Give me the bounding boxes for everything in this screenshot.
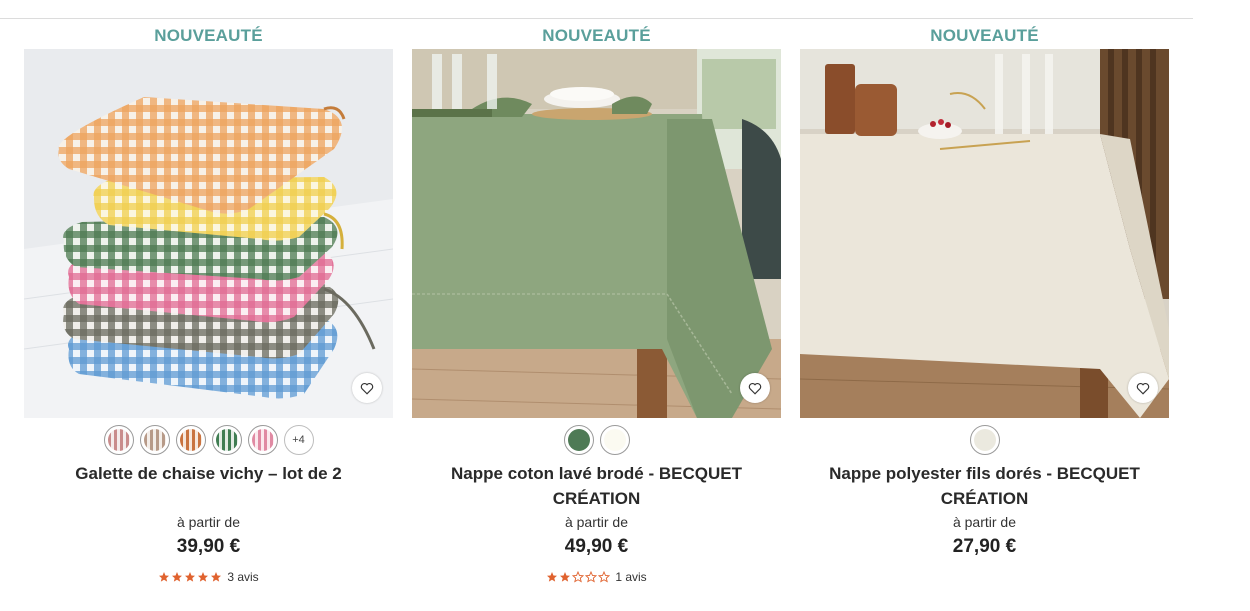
swatch-lin[interactable] xyxy=(969,425,1000,455)
star-empty-icon xyxy=(572,571,585,583)
green-tablecloth-photo xyxy=(412,49,781,418)
star-full-icon xyxy=(198,572,209,582)
star-full-icon xyxy=(172,572,183,582)
add-to-wishlist-button[interactable] xyxy=(740,373,770,403)
swatch-vert[interactable] xyxy=(563,425,594,455)
swatch-vert[interactable] xyxy=(211,425,242,455)
product-price: 27,90 € xyxy=(952,536,1017,557)
swatch-orange[interactable] xyxy=(175,425,206,455)
new-badge: NOUVEAUTÉ xyxy=(154,26,263,45)
product-image[interactable] xyxy=(24,49,393,418)
price-prefix: à partir de xyxy=(176,514,241,530)
product-card-chair-cushion[interactable]: NOUVEAUTÉ +4 Galette de chaise vichy – l… xyxy=(24,19,393,611)
swatch-rose[interactable] xyxy=(247,425,278,455)
swatch-taupe[interactable] xyxy=(139,425,170,455)
star-full-icon xyxy=(159,572,170,582)
linen-tablecloth-photo xyxy=(800,49,1169,418)
price-prefix: à partir de xyxy=(952,514,1017,530)
more-swatches-button[interactable]: +4 xyxy=(283,425,314,455)
new-badge: NOUVEAUTÉ xyxy=(542,26,651,45)
price-prefix: à partir de xyxy=(564,514,629,530)
product-title[interactable]: Nappe polyester fils dorés - BECQUET CRÉ… xyxy=(800,461,1169,511)
swatch-blanc[interactable] xyxy=(599,425,630,455)
add-to-wishlist-button[interactable] xyxy=(1128,373,1158,403)
product-price: 39,90 € xyxy=(176,536,241,557)
color-swatches: +4 xyxy=(24,425,393,455)
rating-stars xyxy=(546,571,611,583)
star-empty-icon xyxy=(585,571,598,583)
heart-icon xyxy=(1136,382,1150,395)
color-swatches xyxy=(412,425,781,455)
product-price: 49,90 € xyxy=(564,536,629,557)
product-image[interactable] xyxy=(800,49,1169,418)
heart-icon xyxy=(360,382,374,395)
product-image[interactable] xyxy=(412,49,781,418)
star-full-icon xyxy=(185,572,196,582)
product-title[interactable]: Nappe coton lavé brodé - BECQUET CRÉATIO… xyxy=(412,461,781,511)
review-count[interactable]: 1 avis xyxy=(615,570,646,584)
color-swatches xyxy=(800,425,1169,455)
new-badge: NOUVEAUTÉ xyxy=(930,26,1039,45)
review-count[interactable]: 3 avis xyxy=(227,570,258,584)
star-empty-icon xyxy=(598,571,611,583)
product-title[interactable]: Galette de chaise vichy – lot de 2 xyxy=(24,461,393,486)
add-to-wishlist-button[interactable] xyxy=(352,373,382,403)
heart-icon xyxy=(748,382,762,395)
star-full-icon xyxy=(211,572,222,582)
product-rating[interactable]: 3 avis xyxy=(24,570,393,584)
star-full-icon xyxy=(547,572,558,582)
product-rating[interactable]: 1 avis xyxy=(412,570,781,584)
product-card-tablecloth-green[interactable]: NOUVEAUTÉ Nappe coton lavé brodé - BECQU… xyxy=(412,19,781,611)
swatch-rose-brun[interactable] xyxy=(103,425,134,455)
star-full-icon xyxy=(560,572,571,582)
product-card-tablecloth-linen[interactable]: NOUVEAUTÉ Nappe polyester fils dorés - B… xyxy=(800,19,1169,611)
cushion-photo xyxy=(24,49,393,418)
rating-stars xyxy=(158,571,222,583)
